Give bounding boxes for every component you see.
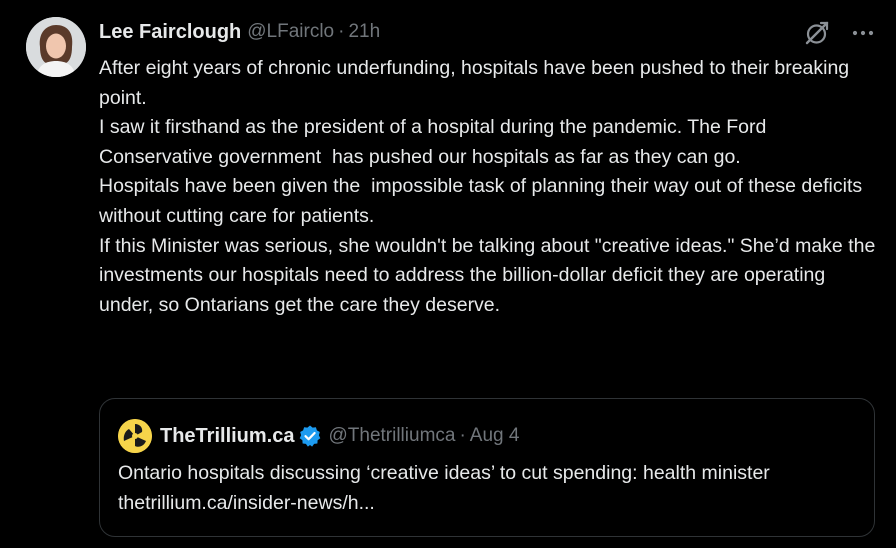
verified-badge-icon: [300, 425, 321, 447]
tweet-text-line: Hospitals have been given the impossible…: [99, 175, 868, 227]
quoted-author-avatar[interactable]: [118, 419, 152, 453]
tweet-header: Lee Fairclough @LFairclo · 21h: [99, 19, 380, 45]
quoted-tweet-text: Ontario hospitals discussing ‘creative i…: [118, 462, 770, 514]
author-avatar[interactable]: [26, 17, 86, 77]
author-handle[interactable]: @LFairclo: [247, 21, 334, 43]
quoted-tweet-date[interactable]: Aug 4: [470, 425, 520, 447]
tweet-text-line: After eight years of chronic underfundin…: [99, 57, 855, 109]
separator-dot: ·: [338, 21, 345, 42]
quoted-author-handle[interactable]: @Thetrilliumca: [328, 425, 455, 447]
quoted-tweet-header: TheTrillium.ca @Thetrilliumca · Aug 4: [118, 419, 519, 453]
tweet-text-line: If this Minister was serious, she wouldn…: [99, 234, 881, 316]
more-icon[interactable]: [850, 20, 876, 46]
tweet-timestamp[interactable]: 21h: [348, 21, 380, 43]
separator-dot: ·: [459, 425, 466, 446]
tweet-actions: [804, 20, 876, 46]
grok-icon[interactable]: [804, 20, 830, 46]
quoted-tweet[interactable]: TheTrillium.ca @Thetrilliumca · Aug 4 On…: [99, 398, 875, 537]
tweet-text: After eight years of chronic underfundin…: [99, 54, 879, 320]
tweet-text-line: I saw it firsthand as the president of a…: [99, 116, 772, 168]
quoted-author-name[interactable]: TheTrillium.ca: [160, 425, 294, 448]
author-name[interactable]: Lee Fairclough: [99, 21, 241, 44]
tweet[interactable]: Lee Fairclough @LFairclo · 21h After eig…: [0, 0, 896, 548]
